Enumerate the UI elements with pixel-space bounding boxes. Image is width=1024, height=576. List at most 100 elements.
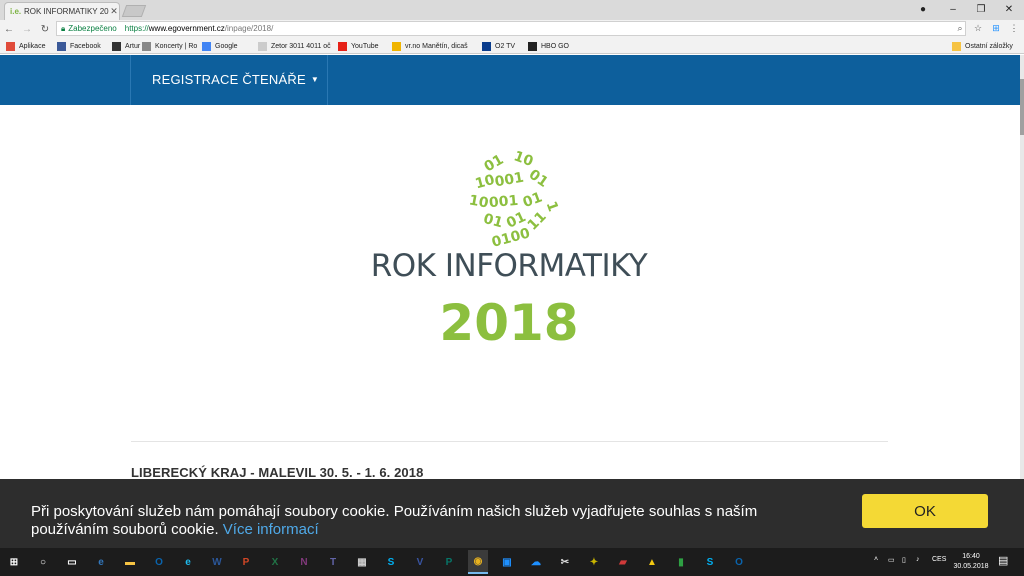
bookmarks-bar: Aplikace Facebook Artur Koncerty | Ro Google… bbox=[0, 38, 1024, 54]
bookmark-item[interactable]: O2 TV bbox=[482, 40, 515, 52]
start-icon[interactable]: ⊞ bbox=[4, 552, 24, 572]
bookmark-item[interactable]: Artur bbox=[112, 40, 140, 52]
hbo-icon bbox=[528, 41, 537, 51]
outlook2-icon[interactable]: O bbox=[729, 552, 749, 572]
battery-icon[interactable]: ▯ bbox=[902, 556, 906, 564]
forward-icon[interactable]: → bbox=[18, 21, 36, 37]
bookmark-item[interactable]: vr.no Manětín, dicaš bbox=[392, 40, 468, 52]
bookmark-icon bbox=[142, 41, 151, 51]
logo-year: 2018 bbox=[439, 294, 579, 352]
bookmark-item[interactable]: Google bbox=[202, 40, 238, 52]
url-path: /inpage/2018/ bbox=[224, 24, 274, 33]
tray-overflow-icon[interactable]: ˄ bbox=[874, 556, 878, 563]
teams-icon[interactable]: T bbox=[323, 552, 343, 572]
scrollbar-thumb[interactable] bbox=[1020, 79, 1024, 135]
windows-taskbar: ˄ ▭ ▯ ♪ CES 16:40 30.05.2018 ▤ ⊞ ○ ▭ e ▬ Oe W P… bbox=[0, 548, 1024, 576]
svg-text:1: 1 bbox=[543, 199, 561, 214]
content-divider bbox=[131, 441, 888, 442]
network-icon[interactable]: ▭ bbox=[888, 556, 895, 564]
reload-icon[interactable]: ↻ bbox=[36, 21, 54, 37]
svg-text:01: 01 bbox=[521, 189, 545, 211]
bookmark-item[interactable]: Koncerty | Ro bbox=[142, 40, 197, 52]
publisher-icon[interactable]: P bbox=[439, 552, 459, 572]
bookmark-star-icon[interactable]: ☆ bbox=[970, 21, 986, 36]
other-bookmarks-label: Ostatní záložky bbox=[965, 42, 1013, 50]
tab-title: ROK INFORMATIKY 2018 bbox=[24, 7, 109, 16]
edge-icon[interactable]: e bbox=[91, 552, 111, 572]
bookmark-label: Facebook bbox=[70, 42, 101, 50]
svg-text:01: 01 bbox=[482, 211, 505, 231]
address-bar[interactable]: 🔒︎ Zabezpečeno https://www.egovernment.c… bbox=[56, 21, 966, 36]
other-bookmarks-folder[interactable]: Ostatní záložky bbox=[952, 40, 1013, 52]
clock-time: 16:40 bbox=[962, 553, 980, 560]
powerpoint-icon[interactable]: P bbox=[236, 552, 256, 572]
svg-text:10: 10 bbox=[511, 148, 535, 170]
caret-down-icon: ▼ bbox=[310, 75, 319, 84]
settings-icon[interactable]: ✦ bbox=[584, 552, 604, 572]
onenote-icon[interactable]: N bbox=[294, 552, 314, 572]
bookmark-item[interactable]: YouTube bbox=[338, 40, 379, 52]
bookmark-item[interactable]: Aplikace bbox=[6, 40, 45, 52]
svg-text:01: 01 bbox=[482, 152, 507, 176]
reader-registration-menu[interactable]: REGISTRACE ČTENÁŘE ▼ bbox=[152, 72, 319, 87]
toolbar-actions: ⌕ ☆ ⊞ ⋮ bbox=[952, 21, 1022, 36]
maximize-icon[interactable]: ❐ bbox=[966, 0, 996, 18]
nav-divider bbox=[130, 55, 131, 105]
folder-icon bbox=[952, 41, 961, 51]
svg-text:001: 001 bbox=[494, 170, 526, 191]
notifications-icon[interactable]: ▤ bbox=[998, 554, 1008, 567]
skype-icon[interactable]: S bbox=[381, 552, 401, 572]
bookmark-label: Koncerty | Ro bbox=[155, 42, 198, 50]
more-info-link[interactable]: Více informací bbox=[223, 521, 319, 538]
apps-grid-icon bbox=[6, 41, 15, 51]
excel-icon[interactable]: X bbox=[265, 552, 285, 572]
new-tab-button[interactable] bbox=[121, 5, 147, 17]
system-clock[interactable]: 16:40 30.05.2018 bbox=[952, 552, 990, 572]
app-icon[interactable]: ▲ bbox=[642, 552, 662, 572]
cookie-ok-button[interactable]: OK bbox=[862, 494, 988, 528]
outlook-icon[interactable]: O bbox=[149, 552, 169, 572]
bookmark-label: YouTube bbox=[351, 42, 379, 50]
browser-toolbar: ← → ↻ 🔒︎ Zabezpečeno https://www.egovern… bbox=[0, 20, 1024, 38]
skype-business-icon[interactable]: S bbox=[700, 552, 720, 572]
browser-tab[interactable]: i.e. ROK INFORMATIKY 2018 ✕ bbox=[4, 2, 120, 20]
zoom-icon[interactable]: ⌕ bbox=[952, 21, 968, 36]
bookmark-label: Artur bbox=[125, 42, 141, 50]
bookmark-item[interactable]: Zetor 3011 4011 oč bbox=[258, 40, 331, 52]
event-logo: 01 10 10 001 01 10 001 01 1 01 01 11 010… bbox=[352, 148, 666, 352]
search-icon[interactable]: ○ bbox=[33, 552, 53, 572]
volume-icon[interactable]: ♪ bbox=[916, 556, 920, 563]
language-indicator[interactable]: CES bbox=[932, 556, 946, 563]
site-navbar: REGISTRACE ČTENÁŘE ▼ bbox=[0, 55, 1020, 105]
app-icon[interactable]: ▮ bbox=[671, 552, 691, 572]
bookmark-label: Google bbox=[215, 42, 238, 50]
bookmark-icon bbox=[112, 41, 121, 51]
photos-icon[interactable]: ▣ bbox=[497, 552, 517, 572]
task-view-icon[interactable]: ▭ bbox=[62, 552, 82, 572]
page-scrollbar[interactable] bbox=[1020, 55, 1024, 480]
site-favicon-icon: i.e. bbox=[10, 6, 22, 16]
bookmark-item[interactable]: Facebook bbox=[57, 40, 101, 52]
url-host: www.egovernment.cz bbox=[148, 24, 225, 33]
profile-icon[interactable]: ● bbox=[908, 0, 938, 18]
ie-icon[interactable]: e bbox=[178, 552, 198, 572]
extension-icon[interactable]: ⊞ bbox=[988, 21, 1004, 36]
event-heading: LIBERECKÝ KRAJ - MALEVIL 30. 5. - 1. 6. … bbox=[131, 465, 424, 480]
binary-globe-icon: 01 10 10 001 01 10 001 01 1 01 01 11 010… bbox=[468, 148, 561, 248]
calculator-icon[interactable]: ▦ bbox=[352, 552, 372, 572]
menu-icon[interactable]: ⋮ bbox=[1006, 21, 1022, 36]
facebook-icon bbox=[57, 41, 66, 51]
app-icon[interactable]: ▰ bbox=[613, 552, 633, 572]
chrome-icon[interactable]: ◉ bbox=[468, 550, 488, 574]
minimize-icon[interactable]: – bbox=[938, 0, 968, 18]
file-explorer-icon[interactable]: ▬ bbox=[120, 552, 140, 572]
url-text: https://www.egovernment.cz/inpage/2018/ bbox=[125, 24, 274, 33]
word-icon[interactable]: W bbox=[207, 552, 227, 572]
visio-icon[interactable]: V bbox=[410, 552, 430, 572]
close-window-icon[interactable]: ✕ bbox=[994, 0, 1024, 18]
back-icon[interactable]: ← bbox=[0, 21, 18, 37]
close-tab-icon[interactable]: ✕ bbox=[109, 6, 119, 17]
onedrive-icon[interactable]: ☁ bbox=[526, 552, 546, 572]
snip-icon[interactable]: ✂ bbox=[555, 552, 575, 572]
bookmark-item[interactable]: HBO GO bbox=[528, 40, 569, 52]
